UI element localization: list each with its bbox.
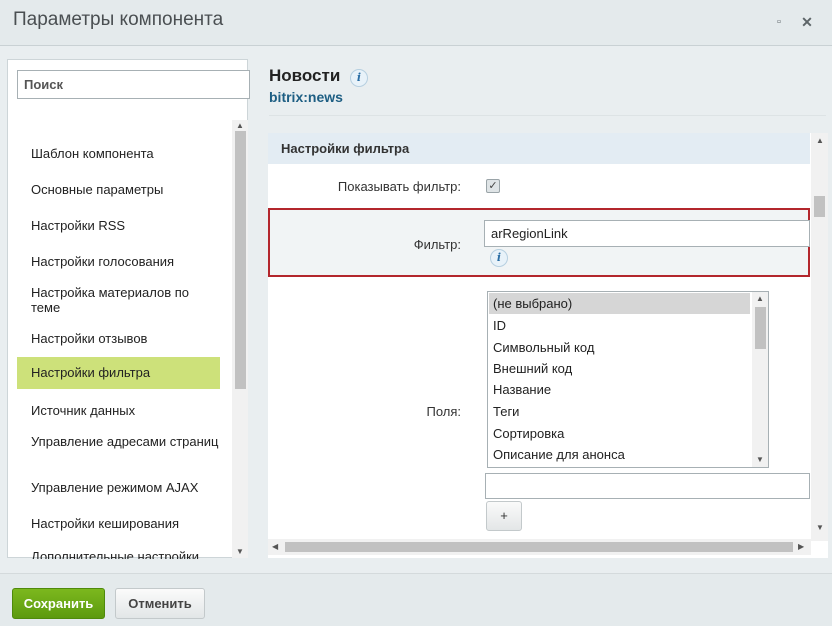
scroll-up-icon[interactable]: ▲: [236, 122, 244, 130]
list-item[interactable]: Описание для анонса: [489, 444, 750, 465]
main-vertical-thumb[interactable]: [814, 196, 825, 217]
component-title: Новости: [269, 66, 341, 85]
cancel-button[interactable]: Отменить: [115, 588, 205, 619]
close-icon[interactable]: ✕: [800, 15, 814, 29]
settings-panel: Настройки фильтра Показывать фильтр: ✓ Ф…: [268, 133, 828, 558]
sidebar-item-main-params[interactable]: Основные параметры: [17, 182, 220, 197]
sidebar-item-template[interactable]: Шаблон компонента: [17, 146, 220, 161]
main-vertical-scrollbar[interactable]: ▲ ▼: [811, 133, 828, 541]
sidebar-item-extra[interactable]: Дополнительные настройки: [17, 549, 220, 559]
sidebar-item-reviews[interactable]: Настройки отзывов: [17, 331, 220, 346]
sidebar-item-ajax[interactable]: Управление режимом AJAX: [17, 480, 220, 495]
list-item[interactable]: Внешний код: [489, 358, 750, 379]
list-item[interactable]: Сортировка: [489, 423, 750, 444]
dialog-title: Параметры компонента: [13, 9, 224, 30]
listbox-scrollbar[interactable]: ▲ ▼: [752, 292, 768, 467]
sidebar-item-data-source[interactable]: Источник данных: [17, 403, 220, 418]
sidebar-item-cache[interactable]: Настройки кеширования: [17, 516, 220, 531]
main-horizontal-scrollbar[interactable]: ◀ ▶: [268, 539, 811, 555]
scroll-down-icon[interactable]: ▼: [236, 548, 244, 556]
fields-listbox[interactable]: (не выбрано) ID Символьный код Внешний к…: [487, 291, 769, 468]
scroll-right-icon[interactable]: ▶: [798, 543, 804, 551]
sidebar-item-voting[interactable]: Настройки голосования: [17, 254, 220, 269]
show-filter-label: Показывать фильтр:: [337, 179, 461, 194]
list-item[interactable]: Теги: [489, 401, 750, 422]
main-horizontal-thumb[interactable]: [285, 542, 793, 552]
fields-extra-input[interactable]: [485, 473, 810, 499]
save-button[interactable]: Сохранить: [12, 588, 105, 619]
dialog-footer: Сохранить Отменить: [0, 573, 832, 626]
list-item[interactable]: (не выбрано): [489, 293, 750, 314]
info-icon[interactable]: i: [349, 68, 368, 87]
sidebar-scroll-thumb[interactable]: [235, 131, 246, 389]
scroll-up-icon[interactable]: ▲: [816, 137, 824, 145]
maximize-icon[interactable]: ▫: [772, 15, 786, 29]
scroll-down-icon[interactable]: ▼: [816, 524, 824, 532]
filter-label: Фильтр:: [413, 237, 461, 252]
listbox-scroll-thumb[interactable]: [755, 307, 766, 349]
list-item[interactable]: Символьный код: [489, 337, 750, 358]
sidebar-scrollbar[interactable]: ▲ ▼: [232, 120, 248, 558]
fields-label: Поля:: [426, 404, 461, 419]
info-icon[interactable]: i: [490, 249, 508, 267]
sidebar: Шаблон компонента Основные параметры Нас…: [7, 59, 250, 559]
sidebar-item-rss[interactable]: Настройки RSS: [17, 218, 220, 233]
sidebar-item-urls[interactable]: Управление адресами страниц: [17, 434, 220, 449]
scroll-up-icon[interactable]: ▲: [756, 295, 764, 303]
dialog-titlebar: Параметры компонента ▫ ✕: [0, 0, 832, 46]
search-input[interactable]: [17, 70, 250, 99]
component-header: Новости i: [269, 66, 368, 87]
divider: [269, 115, 826, 116]
sidebar-item-filter[interactable]: Настройки фильтра: [17, 357, 220, 389]
add-field-button[interactable]: +: [486, 501, 522, 531]
component-code: bitrix:news: [269, 89, 343, 105]
scroll-down-icon[interactable]: ▼: [756, 456, 764, 464]
section-title: Настройки фильтра: [268, 133, 810, 164]
show-filter-checkbox[interactable]: ✓: [486, 179, 500, 193]
sidebar-item-related[interactable]: Настройка материалов по теме: [17, 285, 220, 315]
filter-input[interactable]: arRegionLink: [484, 220, 810, 247]
list-item[interactable]: Название: [489, 379, 750, 400]
list-item[interactable]: ID: [489, 315, 750, 336]
scroll-left-icon[interactable]: ◀: [272, 543, 278, 551]
